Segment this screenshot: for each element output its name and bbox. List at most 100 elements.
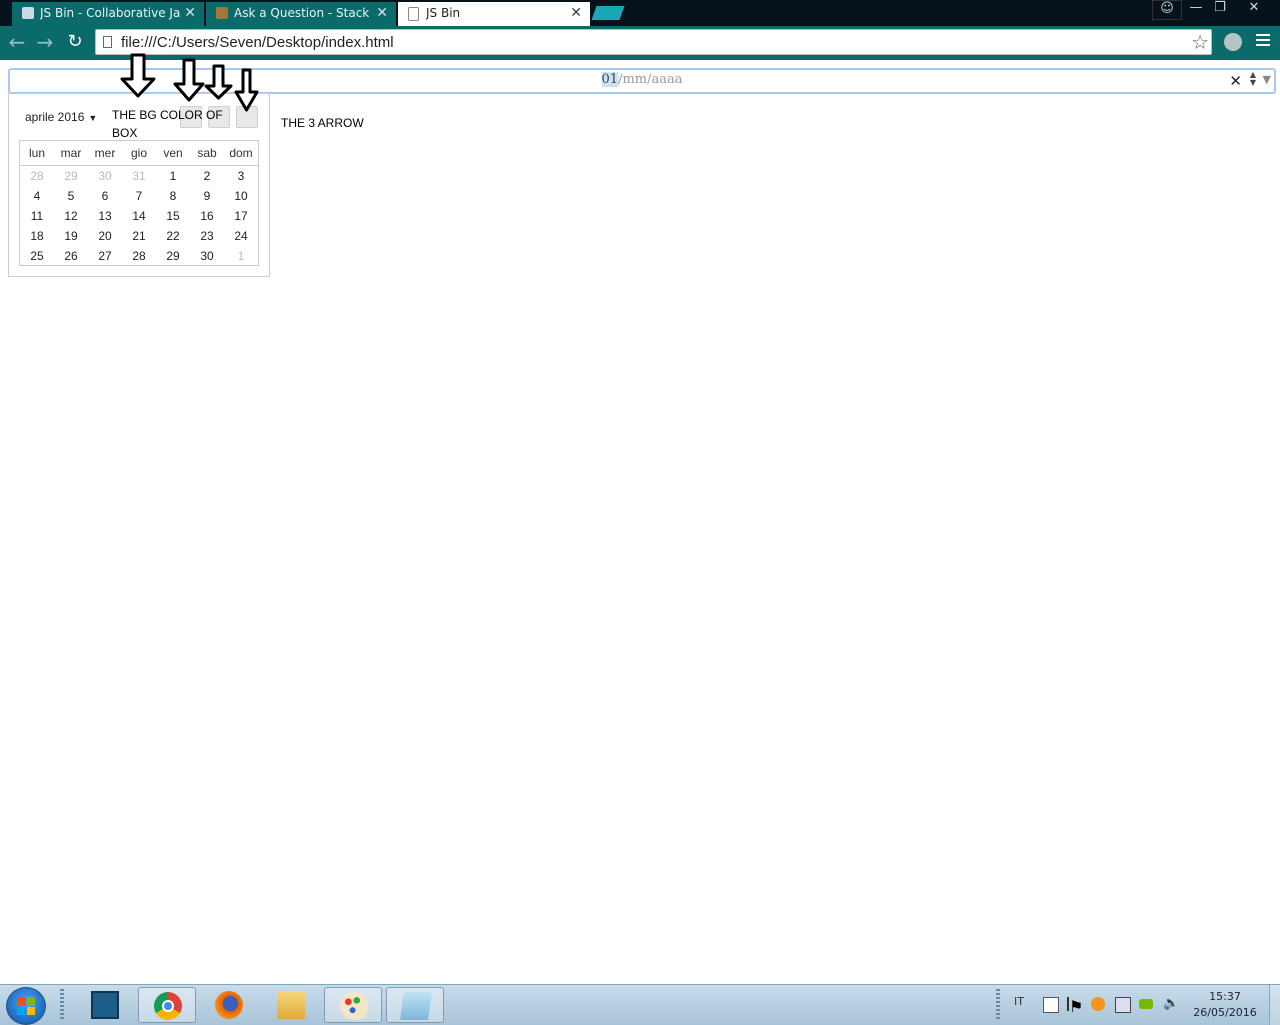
nvidia-icon[interactable] [1139, 999, 1153, 1009]
calendar-body: 28 29 30 31 1 2 3 4 5 6 7 8 9 10 11 12 13 14 15 16 17 18 19 20 2… [20, 166, 258, 266]
browser-titlebar: JS Bin - Collaborative Java ✕ Ask a Ques… [0, 0, 1280, 26]
calendar-day[interactable]: 28 [20, 166, 54, 186]
calendar-day[interactable]: 25 [20, 246, 54, 266]
calendar-day[interactable]: 5 [54, 186, 88, 206]
clock-date: 26/05/2016 [1193, 1006, 1257, 1019]
calendar-day[interactable]: 3 [224, 166, 258, 186]
volume-icon[interactable]: 🔈 [1163, 997, 1179, 1011]
calendar-day[interactable]: 10 [224, 186, 258, 206]
calendar-day[interactable]: 30 [190, 246, 224, 266]
calendar-day[interactable]: 1 [224, 246, 258, 266]
calendar-day[interactable]: 22 [156, 226, 190, 246]
calendar-day[interactable]: 1 [156, 166, 190, 186]
spin-down-icon[interactable]: ▼ [1250, 78, 1256, 87]
weekday-label: lun [28, 146, 45, 160]
calendar-day[interactable]: 24 [224, 226, 258, 246]
calendar-day[interactable]: 27 [88, 246, 122, 266]
caret-down-icon: ▼ [88, 113, 98, 123]
calendar-day[interactable]: 13 [88, 206, 122, 226]
tab-ask-question[interactable]: Ask a Question - Stack Ov ✕ [206, 2, 396, 26]
network-icon[interactable] [1115, 997, 1131, 1013]
tab-close-icon[interactable]: ✕ [184, 2, 196, 24]
calendar-day[interactable]: 9 [190, 186, 224, 206]
calendar-day[interactable]: 16 [190, 206, 224, 226]
tab-close-icon[interactable]: ✕ [376, 2, 388, 24]
annotation-bg-color: THE BG COLOR OF BOX [112, 108, 223, 140]
arrow-down-icon [120, 53, 156, 98]
calendar-day[interactable]: 29 [54, 166, 88, 186]
weekday-label: mar [60, 146, 82, 160]
weekday-label: sab [197, 146, 217, 160]
flag-icon[interactable]: ⚑ [1067, 997, 1083, 1016]
clear-icon[interactable]: ✕ [1229, 72, 1242, 90]
reload-icon[interactable]: ↻ [64, 32, 86, 54]
calendar-day[interactable]: 14 [122, 206, 156, 226]
calendar-day[interactable]: 26 [54, 246, 88, 266]
arrow-down-icon [173, 58, 205, 102]
weekday-header: lun mar mer gio ven sab dom [20, 141, 258, 166]
system-tray: IT ⚑ 🔈 15:37 26/05/2016 [0, 985, 1280, 1025]
calendar-day[interactable]: 11 [20, 206, 54, 226]
month-year-select[interactable]: aprile 2016 ▼ [25, 110, 97, 124]
calendar-day[interactable]: 15 [156, 206, 190, 226]
weekday-label: gio [130, 146, 147, 160]
extension-icon[interactable] [1224, 33, 1242, 51]
calendar-week-row: 11 12 13 14 15 16 17 [20, 206, 258, 226]
clock-time: 15:37 [1209, 990, 1241, 1003]
tab-label: JS Bin [426, 6, 461, 20]
calendar-day[interactable]: 31 [122, 166, 156, 186]
weekday-label: dom [229, 146, 253, 160]
weekday-label: ven [163, 146, 183, 160]
windows-taskbar: IT ⚑ 🔈 15:37 26/05/2016 [0, 984, 1280, 1025]
restore-icon[interactable]: ❐ [1206, 0, 1234, 18]
show-desktop-button[interactable] [1269, 985, 1280, 1025]
calendar-day[interactable]: 4 [20, 186, 54, 206]
dropdown-arrow-icon[interactable]: ▼ [1263, 73, 1271, 86]
tab-jsbin-collaborative[interactable]: JS Bin - Collaborative Java ✕ [12, 2, 204, 26]
calendar-day[interactable]: 17 [224, 206, 258, 226]
calendar-grid: lun mar mer gio ven sab dom 28 29 30 31 1 2 3 4 5 6 7 8 9 1… [19, 140, 259, 266]
month-year-label: aprile 2016 [25, 110, 85, 124]
windows-tray-icon[interactable] [1043, 997, 1059, 1013]
tab-jsbin[interactable]: JS Bin ✕ [398, 2, 590, 26]
close-icon[interactable]: ✕ [1240, 0, 1268, 18]
calendar-day[interactable]: 28 [122, 246, 156, 266]
language-indicator[interactable]: IT [1014, 995, 1024, 1008]
calendar-week-row: 28 29 30 31 1 2 3 [20, 166, 258, 186]
arrow-down-icon [234, 68, 259, 112]
new-tab-button[interactable] [591, 6, 625, 20]
calendar-day[interactable]: 23 [190, 226, 224, 246]
page-icon [408, 7, 419, 21]
page-icon [103, 36, 112, 48]
calendar-day[interactable]: 2 [190, 166, 224, 186]
calendar-week-row: 18 19 20 21 22 23 24 [20, 226, 258, 246]
calendar-day[interactable]: 6 [88, 186, 122, 206]
calendar-day[interactable]: 30 [88, 166, 122, 186]
date-value[interactable]: 01/mm/aaaa [601, 72, 682, 87]
calendar-day[interactable]: 19 [54, 226, 88, 246]
date-rest-segment[interactable]: /mm/aaaa [618, 72, 682, 87]
clock[interactable]: 15:37 26/05/2016 [1190, 989, 1260, 1021]
calendar-day[interactable]: 12 [54, 206, 88, 226]
calendar-day[interactable]: 18 [20, 226, 54, 246]
spinner-icon[interactable]: ▲ ▼ [1250, 71, 1256, 87]
calendar-week-row: 4 5 6 7 8 9 10 [20, 186, 258, 206]
address-url[interactable]: file:///C:/Users/Seven/Desktop/index.htm… [121, 34, 394, 51]
date-day-segment[interactable]: 01 [601, 72, 619, 87]
back-icon[interactable]: ← [6, 32, 28, 54]
calendar-day[interactable]: 20 [88, 226, 122, 246]
weekday-label: mer [94, 146, 116, 160]
stackoverflow-icon [216, 7, 228, 19]
arrow-down-icon [204, 64, 233, 100]
avast-icon[interactable] [1091, 997, 1105, 1011]
bookmark-star-icon[interactable]: ☆ [1191, 30, 1209, 54]
tab-close-icon[interactable]: ✕ [570, 2, 582, 24]
annotation-three-arrow: THE 3 ARROW [281, 116, 364, 130]
calendar-day[interactable]: 8 [156, 186, 190, 206]
chrome-menu-icon[interactable] [1256, 34, 1270, 49]
calendar-day[interactable]: 7 [122, 186, 156, 206]
user-icon[interactable]: ☺ [1152, 0, 1182, 20]
forward-icon[interactable]: → [34, 32, 56, 54]
calendar-day[interactable]: 21 [122, 226, 156, 246]
calendar-day[interactable]: 29 [156, 246, 190, 266]
